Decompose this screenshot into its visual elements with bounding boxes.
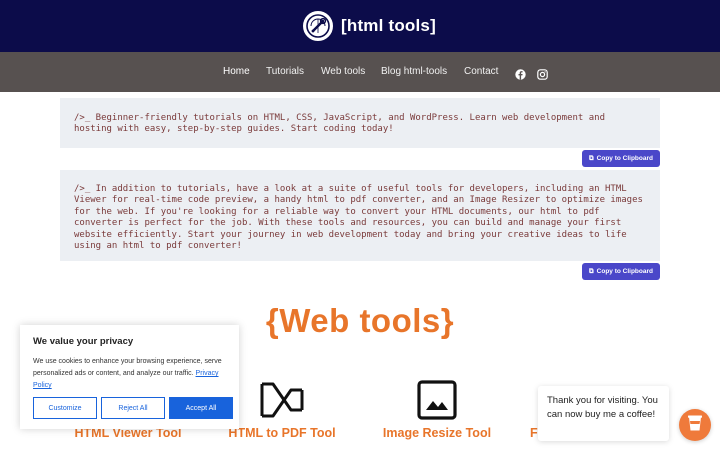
reject-all-button[interactable]: Reject All — [101, 397, 165, 419]
intro-text-2: />_ In addition to tutorials, have a loo… — [74, 184, 643, 252]
tool-label: Image Resize Tool — [382, 426, 492, 440]
cookie-text: We use cookies to enhance your browsing … — [33, 356, 226, 392]
coffee-message-bubble: Thank you for visiting. You can now buy … — [538, 386, 669, 441]
copy-label: Copy to Clipboard — [596, 268, 653, 275]
cookie-banner: We value your privacy We use cookies to … — [20, 325, 239, 429]
nav-home[interactable]: Home — [223, 66, 250, 77]
nav-tutorials[interactable]: Tutorials — [266, 66, 304, 77]
facebook-icon[interactable] — [515, 67, 526, 80]
image-icon — [367, 378, 507, 422]
coffee-cup-icon — [687, 414, 703, 437]
copy-button-2[interactable]: ⧉ Copy to Clipboard — [582, 263, 660, 280]
intro-codebox-1: />_ Beginner-friendly tutorials on HTML,… — [60, 98, 660, 148]
wrench-globe-icon — [301, 9, 335, 43]
copy-icon: ⧉ — [589, 267, 594, 275]
brand-name: [html tools] — [341, 16, 436, 35]
customize-button[interactable]: Customize — [33, 397, 97, 419]
cookie-buttons: Customize Reject All Accept All — [33, 397, 233, 419]
nav-web-tools[interactable]: Web tools — [321, 66, 365, 77]
buy-coffee-button[interactable] — [679, 409, 711, 441]
cookie-title: We value your privacy — [33, 336, 134, 347]
coffee-message: Thank you for visiting. You can now buy … — [547, 395, 658, 420]
tool-image-resize[interactable]: Image Resize Tool — [367, 378, 507, 440]
accept-all-button[interactable]: Accept All — [169, 397, 233, 419]
copy-button-1[interactable]: ⧉ Copy to Clipboard — [582, 150, 660, 167]
cookie-text-body: We use cookies to enhance your browsing … — [33, 358, 222, 377]
brand[interactable]: [html tools] — [301, 8, 436, 44]
nav-contact[interactable]: Contact — [464, 66, 498, 77]
nav-blog[interactable]: Blog html-tools — [381, 66, 447, 77]
instagram-icon[interactable] — [537, 67, 548, 80]
copy-label: Copy to Clipboard — [596, 155, 653, 162]
copy-icon: ⧉ — [589, 154, 594, 162]
intro-codebox-2: />_ In addition to tutorials, have a loo… — [60, 170, 660, 261]
main-nav: Home Tutorials Web tools Blog html-tools… — [0, 52, 720, 92]
intro-text-1: />_ Beginner-friendly tutorials on HTML,… — [74, 113, 606, 135]
top-header: [html tools] — [0, 0, 720, 52]
